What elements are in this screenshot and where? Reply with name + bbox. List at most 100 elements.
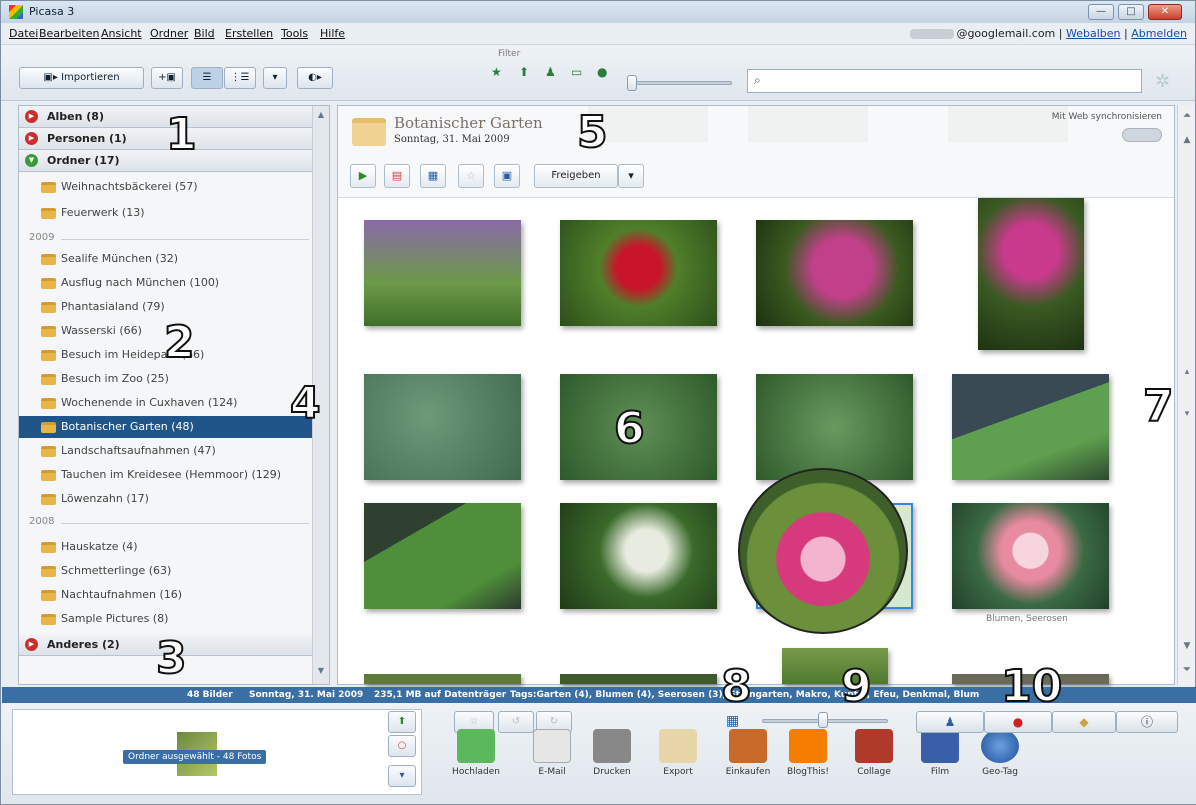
menu-erstellen[interactable]: Erstellen — [225, 27, 273, 40]
collage-button[interactable]: Collage — [848, 729, 900, 777]
photo-thumbnail[interactable] — [756, 374, 913, 480]
print-button[interactable]: Drucken — [586, 729, 638, 777]
email-button[interactable]: E-Mail — [526, 729, 578, 777]
person-filter-icon[interactable]: ♟ — [545, 65, 556, 79]
minimize-button[interactable]: — — [1088, 4, 1114, 20]
menu-datei[interactable]: Datei — [9, 27, 38, 40]
people-panel-icon[interactable]: ♟ — [916, 711, 984, 733]
date-filter-thumb[interactable] — [627, 75, 637, 91]
folder-item[interactable]: Wochenende in Cuxhaven (124) — [19, 392, 313, 414]
collage-icon[interactable]: ▤ — [384, 164, 410, 188]
scroll-up-icon[interactable]: ▲ — [315, 110, 327, 124]
list-view-icon[interactable]: ☰ — [191, 67, 223, 89]
photo-scrollbar[interactable]: ⏶ ▲ ▴ ▾ ▼ ⏷ — [1177, 105, 1195, 685]
menu-hilfe[interactable]: Hilfe — [320, 27, 345, 40]
folder-icon — [41, 566, 56, 577]
folder-item[interactable]: Weihnachtsbäckerei (57) — [19, 176, 313, 198]
menu-bild[interactable]: Bild — [194, 27, 215, 40]
photo-thumbnail[interactable] — [560, 503, 717, 609]
blogthis-button[interactable]: BlogThis! — [782, 729, 834, 777]
scroll-up-icon[interactable]: ▴ — [1181, 367, 1193, 377]
scroll-top-icon[interactable]: ⏶ — [1181, 111, 1193, 121]
scroll-down-icon[interactable]: ▼ — [315, 666, 327, 680]
movie-filter-icon[interactable]: ▭ — [571, 65, 582, 79]
photo-thumbnail[interactable] — [560, 674, 717, 684]
tags-panel-icon[interactable]: ◆ — [1052, 711, 1116, 733]
folder-item[interactable]: Ausflug nach München (100) — [19, 272, 313, 294]
add-to-album-button[interactable]: +▣ — [151, 67, 183, 89]
album-title[interactable]: Botanischer Garten — [394, 114, 543, 132]
photo-thumbnail[interactable] — [756, 220, 913, 326]
clear-icon[interactable]: ○ — [388, 735, 416, 757]
shop-button[interactable]: Einkaufen — [722, 729, 774, 777]
info-panel-icon[interactable]: ⓘ — [1116, 711, 1178, 733]
menu-ansicht[interactable]: Ansicht — [101, 27, 142, 40]
photo-thumbnail[interactable] — [952, 503, 1109, 609]
folder-label: Nachtaufnahmen (16) — [61, 588, 183, 601]
scroll-up-icon[interactable]: ▲ — [1181, 135, 1193, 145]
photo-thumbnail[interactable] — [364, 674, 521, 684]
maximize-button[interactable]: □ — [1118, 4, 1144, 20]
folder-item[interactable]: Hauskatze (4) — [19, 536, 313, 558]
folder-item[interactable]: Schmetterlinge (63) — [19, 560, 313, 582]
export-button[interactable]: Export — [652, 729, 704, 777]
movie-button[interactable]: Film — [914, 729, 966, 777]
folder-item[interactable]: Sample Pictures (8) — [19, 608, 313, 630]
folder-item[interactable]: Tauchen im Kreidesee (Hemmoor) (129) — [19, 464, 313, 486]
logout-link[interactable]: Abmelden — [1131, 27, 1187, 40]
status-date: Sonntag, 31. Mai 2009 — [249, 690, 364, 700]
tray-label: Ordner ausgewählt - 48 Fotos — [123, 750, 267, 764]
folder-item[interactable]: Feuerwerk (13) — [19, 202, 313, 224]
sync-people-icon[interactable]: ◐▸ — [297, 67, 333, 89]
play-slideshow-icon[interactable]: ▶ — [350, 164, 376, 188]
webalben-link[interactable]: Webalben — [1066, 27, 1121, 40]
places-panel-icon[interactable]: ● — [984, 711, 1052, 733]
photo-thumbnail[interactable] — [560, 220, 717, 326]
folder-item[interactable]: Besuch im Zoo (25) — [19, 368, 313, 390]
import-button[interactable]: ▣▸ Importieren — [19, 67, 144, 89]
menu-ordner[interactable]: Ordner — [150, 27, 188, 40]
geotag-filter-icon[interactable]: ● — [597, 65, 607, 79]
folder-icon — [41, 374, 56, 385]
folder-item[interactable]: Sealife München (32) — [19, 248, 313, 270]
sync-toggle[interactable] — [1122, 128, 1162, 142]
collage-icon — [855, 729, 893, 763]
photo-thumbnail[interactable] — [364, 374, 521, 480]
star-filter-icon[interactable]: ★ — [491, 65, 502, 79]
scroll-down-icon[interactable]: ▾ — [1181, 409, 1193, 419]
action-label: Drucken — [593, 767, 631, 777]
scroll-down-icon[interactable]: ▼ — [1181, 641, 1193, 651]
save-icon[interactable]: ▣ — [494, 164, 520, 188]
photo-thumbnail[interactable] — [364, 220, 521, 326]
album-header: Botanischer Garten Sonntag, 31. Mai 2009… — [338, 106, 1174, 198]
share-dropdown-icon[interactable]: ▾ — [618, 164, 644, 188]
close-button[interactable]: ✕ — [1148, 4, 1182, 20]
folder-item-selected[interactable]: Botanischer Garten (48) — [19, 416, 313, 438]
folder-item[interactable]: Phantasialand (79) — [19, 296, 313, 318]
date-filter-slider[interactable] — [627, 81, 732, 85]
search-input[interactable]: ⌕ — [747, 69, 1142, 93]
folder-item[interactable]: Nachtaufnahmen (16) — [19, 584, 313, 606]
share-button[interactable]: Freigeben — [534, 164, 618, 188]
upload-button[interactable]: Hochladen — [450, 729, 502, 777]
scroll-bottom-icon[interactable]: ⏷ — [1181, 665, 1193, 675]
folder-item[interactable]: Löwenzahn (17) — [19, 488, 313, 510]
thumbnail-size-thumb[interactable] — [818, 712, 828, 728]
upload-filter-icon[interactable]: ⬆ — [519, 65, 529, 79]
pin-icon[interactable]: ⬆ — [388, 711, 416, 733]
photo-thumbnail[interactable] — [782, 648, 888, 684]
menu-bearbeiten[interactable]: Bearbeiten — [39, 27, 99, 40]
photo-thumbnail[interactable] — [952, 374, 1109, 480]
star-icon[interactable]: ☆ — [458, 164, 484, 188]
menu-tools[interactable]: Tools — [281, 27, 308, 40]
photo-thumbnail[interactable] — [978, 198, 1084, 350]
photo-thumbnail[interactable] — [364, 503, 521, 609]
view-dropdown-icon[interactable]: ▾ — [263, 67, 287, 89]
folder-item[interactable]: Landschaftsaufnahmen (47) — [19, 440, 313, 462]
folder-icon — [41, 302, 56, 313]
tree-view-icon[interactable]: ⋮☰ — [224, 67, 256, 89]
movie-icon[interactable]: ▦ — [420, 164, 446, 188]
folder-icon — [41, 494, 56, 505]
geotag-button[interactable]: Geo-Tag — [974, 729, 1026, 777]
label-dropdown-icon[interactable]: ▾ — [388, 765, 416, 787]
